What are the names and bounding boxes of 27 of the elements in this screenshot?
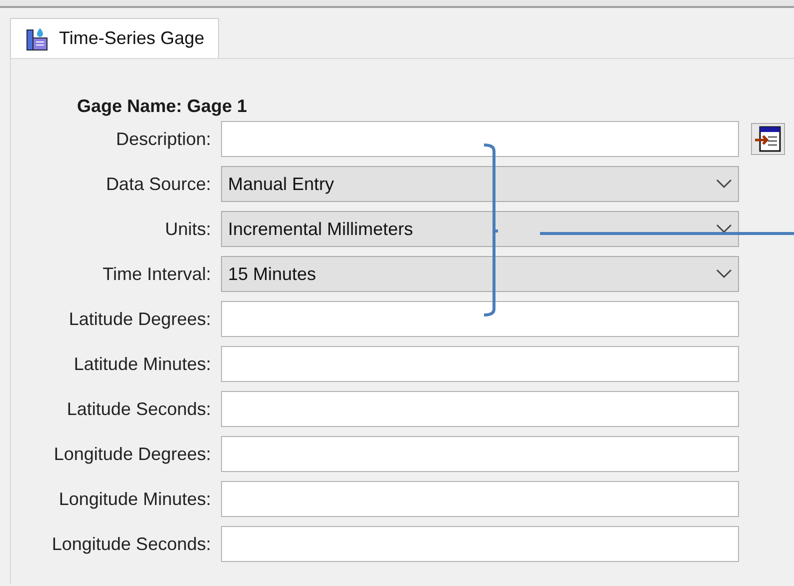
chevron-down-icon — [716, 269, 732, 279]
gage-name: Gage Name: Gage 1 — [77, 95, 248, 118]
input-field[interactable] — [221, 526, 739, 562]
input-field[interactable] — [221, 481, 739, 517]
input-field[interactable] — [221, 121, 739, 157]
field-label: Time Interval: — [102, 262, 211, 286]
input-field[interactable] — [221, 391, 739, 427]
input-field[interactable] — [221, 301, 739, 337]
dropdown[interactable]: Manual Entry — [221, 166, 739, 202]
chevron-down-icon — [716, 179, 732, 189]
dropdown[interactable]: Incremental Millimeters — [221, 211, 739, 247]
text-editor-icon — [754, 126, 782, 152]
input-field[interactable] — [221, 436, 739, 472]
editor-button[interactable] — [751, 123, 785, 155]
field-label: Data Source: — [104, 172, 211, 196]
field-label: Description: — [114, 128, 211, 151]
tab[interactable]: Time-Series Gage — [10, 18, 220, 58]
dropdown[interactable]: 15 Minutes — [221, 256, 739, 292]
input-field[interactable] — [221, 346, 739, 382]
chevron-down-icon — [716, 224, 732, 234]
field-label: Longitude Degrees: — [52, 442, 211, 466]
field-label: Latitude Seconds: — [66, 398, 211, 420]
field-label: Longitude Seconds: — [50, 532, 211, 556]
field-label: Units: — [164, 218, 211, 240]
field-label: Latitude Minutes: — [72, 352, 211, 376]
field-label: Latitude Degrees: — [68, 308, 211, 331]
field-label: Longitude Minutes: — [58, 488, 211, 511]
